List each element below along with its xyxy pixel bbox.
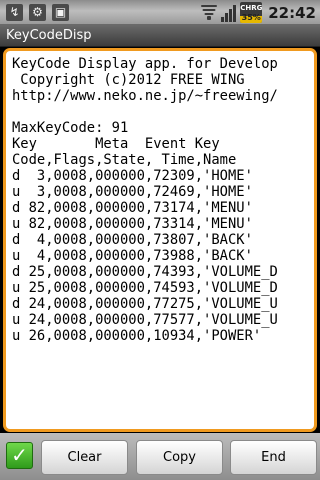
app-title: KeyCodeDisp [6, 28, 92, 43]
end-button[interactable]: End [230, 440, 317, 475]
bottom-button-bar: ✓ Clear Copy End [0, 433, 320, 480]
clear-button[interactable]: Clear [41, 440, 128, 475]
app-title-bar: KeyCodeDisp [0, 25, 320, 47]
android-icon: ▣ [52, 4, 69, 21]
battery-icon: CHRG 35% [240, 2, 263, 23]
wifi-icon [201, 4, 218, 22]
usb-icon: ↯ [6, 4, 23, 21]
notification-icons: ↯ ⚙ ▣ [6, 4, 69, 21]
signal-icon [221, 4, 237, 22]
status-bar: ↯ ⚙ ▣ CHRG 35% 22:42 [0, 0, 320, 25]
keycode-log-panel[interactable]: KeyCode Display app. for Develop Copyrig… [3, 48, 317, 432]
copy-button[interactable]: Copy [136, 440, 223, 475]
keycode-log-text: KeyCode Display app. for Develop Copyrig… [12, 56, 278, 344]
battery-status-text: CHRG [240, 4, 263, 12]
usb-debugging-icon: ⚙ [29, 4, 46, 21]
battery-percent-text: 35% [241, 13, 261, 22]
check-icon[interactable]: ✓ [6, 442, 33, 469]
system-icons: CHRG 35% 22:42 [201, 1, 316, 24]
clock: 22:42 [268, 3, 316, 22]
